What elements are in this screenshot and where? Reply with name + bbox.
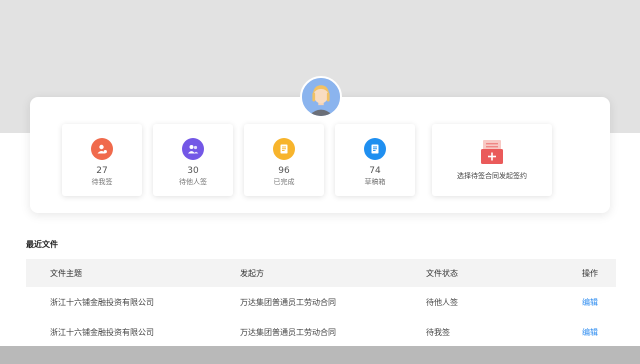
row-subject: 浙江十六铺金融投资有限公司 [50,328,154,337]
stat-card-completed[interactable]: 96 已完成 [244,124,324,196]
stat-count: 96 [278,166,290,176]
start-contract-label: 选择待签合同发起签约 [457,172,527,180]
stat-label: 待我签 [91,178,113,186]
avatar[interactable] [300,76,342,118]
row-initiator: 万达集团普通员工劳动合同 [240,328,336,337]
user-avatar-icon [302,78,340,116]
draft-icon [364,138,386,160]
edit-link[interactable]: 编辑 [582,327,598,338]
recent-files-title: 最近文件 [26,240,58,249]
table-row[interactable]: 浙江十六铺金融投资有限公司 万达集团普通员工劳动合同 待我签 编辑 [26,318,616,348]
column-header-status: 文件状态 [426,269,458,278]
row-status: 待我签 [426,328,450,337]
stat-card-pending-others[interactable]: 30 待他人签 [153,124,233,196]
column-header-subject: 文件主题 [50,269,82,278]
stat-label: 已完成 [273,178,295,186]
stat-count: 74 [369,166,381,176]
row-initiator: 万达集团普通员工劳动合同 [240,298,336,307]
table-header: 文件主题 发起方 文件状态 操作 [26,259,616,287]
users-icon [182,138,204,160]
column-header-action: 操作 [582,269,598,278]
contract-add-icon [481,140,503,164]
row-status: 待他人签 [426,298,458,307]
stat-card-drafts[interactable]: 74 草稿箱 [335,124,415,196]
document-check-icon [273,138,295,160]
stat-count: 30 [187,166,199,176]
bottom-bar [0,346,640,364]
row-subject: 浙江十六铺金融投资有限公司 [50,298,154,307]
edit-link[interactable]: 编辑 [582,297,598,308]
user-sign-icon [91,138,113,160]
table-row[interactable]: 浙江十六铺金融投资有限公司 万达集团普通员工劳动合同 待他人签 编辑 [26,288,616,318]
stat-card-pending-me[interactable]: 27 待我签 [62,124,142,196]
stat-count: 27 [96,166,108,176]
column-header-initiator: 发起方 [240,269,264,278]
stat-label: 草稿箱 [364,178,386,186]
start-contract-button[interactable]: 选择待签合同发起签约 [432,124,552,196]
stat-label: 待他人签 [179,178,207,186]
